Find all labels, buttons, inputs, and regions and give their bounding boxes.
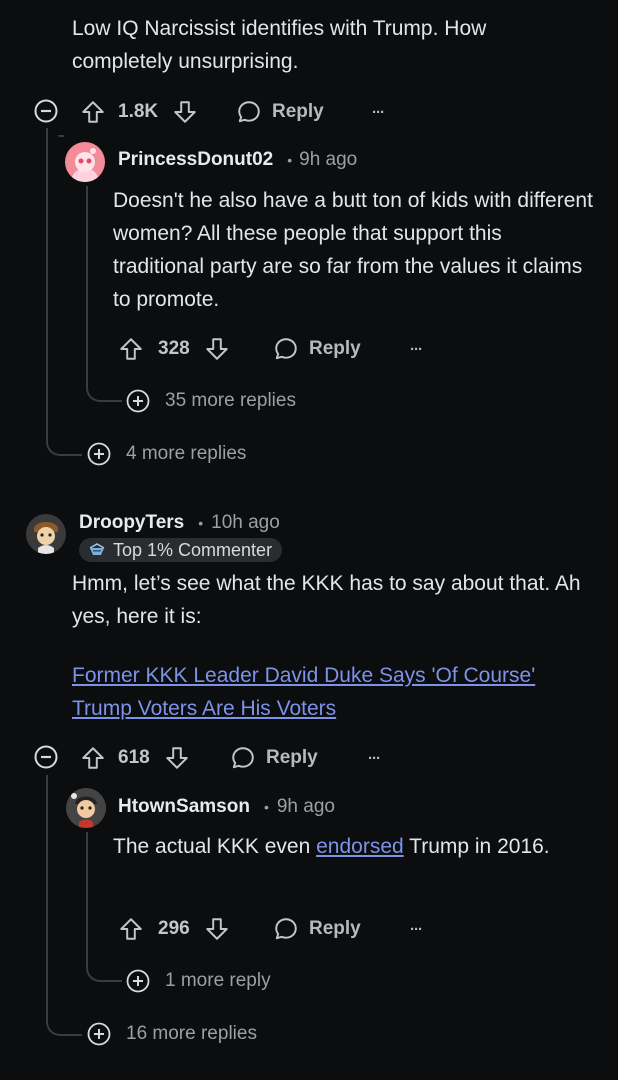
reply-label: Reply — [272, 101, 324, 122]
downvote-icon[interactable] — [164, 745, 190, 771]
thread-elbow — [86, 946, 122, 982]
endorsed-link[interactable]: endorsed — [316, 835, 404, 858]
more-icon: ··· — [410, 920, 423, 938]
vote-count: 328 — [158, 338, 190, 359]
more-replies-button[interactable]: 16 more replies — [87, 1022, 257, 1046]
more-icon: ··· — [368, 749, 381, 767]
upvote-icon[interactable] — [118, 916, 144, 942]
more-replies-label: 35 more replies — [165, 390, 296, 411]
vote-count: 618 — [118, 747, 150, 768]
thread-line — [86, 186, 88, 382]
vote-count: 1.8K — [118, 101, 159, 122]
more-replies-button[interactable]: 35 more replies — [126, 389, 296, 413]
more-replies-label: 4 more replies — [126, 443, 247, 464]
more-replies-label: 16 more replies — [126, 1023, 257, 1044]
expand-plus-icon — [87, 1022, 111, 1046]
reply-label: Reply — [266, 747, 318, 768]
collapse-icon[interactable] — [34, 745, 58, 769]
vote-group: 328 — [118, 335, 230, 363]
comment-body: Hmm, let’s see what the KKK has to say a… — [72, 572, 581, 628]
reply-label: Reply — [309, 338, 361, 359]
thread-elbow — [86, 366, 122, 402]
previous-avatar-fragment — [26, 0, 64, 8]
collapse-icon[interactable] — [34, 99, 58, 123]
article-link-text[interactable]: Former KKK Leader David Duke Says 'Of Co… — [72, 664, 535, 720]
comment-header: PrincessDonut02 • 9h ago — [118, 149, 357, 171]
username[interactable]: PrincessDonut02 — [118, 149, 273, 171]
article-link[interactable]: Former KKK Leader David Duke Says 'Of Co… — [72, 659, 572, 725]
more-icon: ··· — [372, 103, 385, 121]
downvote-icon[interactable] — [204, 336, 230, 362]
thread-line — [86, 832, 88, 964]
more-icon: ··· — [410, 340, 423, 358]
downvote-icon[interactable] — [204, 916, 230, 942]
reply-bubble-icon — [236, 99, 262, 125]
reply-button[interactable]: Reply — [230, 744, 318, 772]
timestamp: 10h ago — [211, 512, 280, 533]
more-options-button[interactable]: ··· — [368, 744, 381, 772]
more-replies-label: 1 more reply — [165, 970, 271, 991]
reply-button[interactable]: Reply — [273, 915, 361, 943]
avatar[interactable] — [26, 514, 66, 554]
commenter-badge-icon — [87, 540, 107, 560]
upvote-icon[interactable] — [80, 745, 106, 771]
thread-elbow — [46, 1000, 82, 1036]
reply-label: Reply — [309, 918, 361, 939]
more-options-button[interactable]: ··· — [410, 335, 423, 363]
username[interactable]: DroopyTers — [79, 512, 184, 534]
vote-count: 296 — [158, 918, 190, 939]
separator-dot: • — [287, 152, 293, 168]
reply-bubble-icon — [273, 916, 299, 942]
vote-group: 1.8K — [80, 98, 198, 126]
expand-plus-icon — [126, 389, 150, 413]
thread-elbow — [46, 420, 82, 456]
more-replies-button[interactable]: 4 more replies — [87, 442, 246, 466]
reply-bubble-icon — [230, 745, 256, 771]
comment-body: Doesn't he also have a butt ton of kids … — [113, 189, 593, 311]
vote-group: 296 — [118, 915, 230, 943]
reply-button[interactable]: Reply — [236, 98, 324, 126]
thread-elbow — [58, 135, 64, 137]
status-badge[interactable]: Top 1% Commenter — [79, 538, 283, 562]
vote-group: 618 — [80, 744, 190, 772]
thread-line — [46, 775, 48, 1021]
comment-header: HtownSamson • 9h ago — [118, 796, 335, 818]
comment-body: Low IQ Narcissist identifies with Trump.… — [72, 17, 487, 73]
thread-line — [46, 128, 48, 440]
comment-text: Trump in 2016. — [403, 835, 550, 858]
separator-dot: • — [263, 799, 269, 815]
expand-plus-icon — [126, 969, 150, 993]
username[interactable]: HtownSamson — [118, 796, 250, 818]
comment-text: The actual KKK even — [113, 835, 317, 858]
expand-plus-icon — [87, 442, 111, 466]
reply-button[interactable]: Reply — [273, 335, 361, 363]
more-options-button[interactable]: ··· — [372, 98, 385, 126]
more-options-button[interactable]: ··· — [410, 915, 423, 943]
reply-bubble-icon — [273, 336, 299, 362]
more-replies-button[interactable]: 1 more reply — [126, 969, 271, 993]
avatar[interactable] — [66, 788, 106, 828]
comment-header: DroopyTers • 10h ago — [79, 512, 280, 534]
badge-label: Top 1% Commenter — [113, 539, 273, 560]
timestamp: 9h ago — [276, 796, 335, 817]
separator-dot: • — [198, 515, 204, 531]
upvote-icon[interactable] — [80, 99, 106, 125]
downvote-icon[interactable] — [172, 99, 198, 125]
avatar[interactable] — [65, 142, 105, 182]
timestamp: 9h ago — [299, 149, 358, 170]
comment-body: The actual KKK even endorsed Trump in 20… — [113, 830, 573, 863]
upvote-icon[interactable] — [118, 336, 144, 362]
